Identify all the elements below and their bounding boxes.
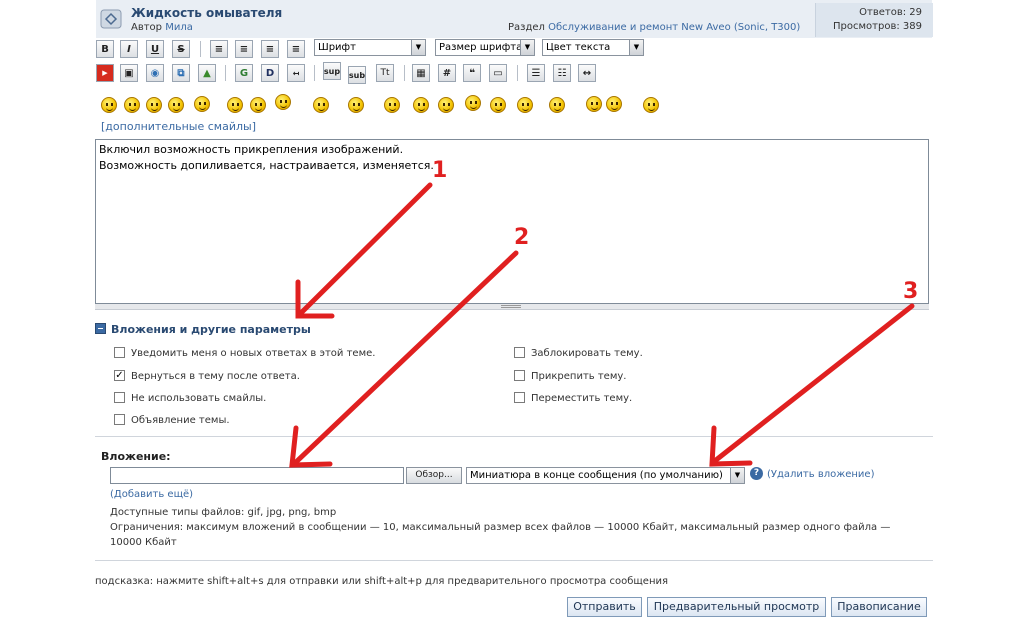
- annotation-number-3: 3: [903, 279, 919, 304]
- annotation-number-1: 1: [432, 158, 448, 183]
- annotation-number-2: 2: [514, 225, 530, 250]
- annotation-arrows: [289, 182, 915, 468]
- arrow-1: [299, 182, 433, 315]
- arrow-3: [713, 303, 915, 463]
